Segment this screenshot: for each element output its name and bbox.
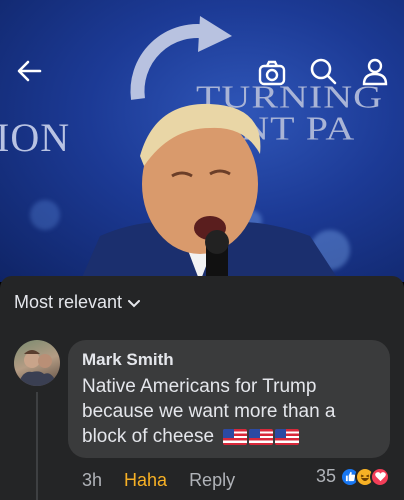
avatar-photo bbox=[18, 350, 58, 386]
reply-button[interactable]: Reply bbox=[189, 470, 235, 491]
us-flag-icon bbox=[275, 428, 300, 445]
comment-author[interactable]: Mark Smith bbox=[82, 350, 376, 370]
video-player[interactable]: ION TURNING OINT PA bbox=[0, 0, 404, 282]
profile-icon[interactable] bbox=[360, 56, 390, 86]
comment-bubble[interactable]: Mark Smith Native Americans for Trump be… bbox=[68, 340, 390, 458]
comment-actions: 3h Haha Reply bbox=[82, 470, 235, 491]
us-flag-emojis bbox=[223, 428, 300, 445]
sort-dropdown[interactable]: Most relevant bbox=[14, 292, 141, 313]
comments-sheet: Most relevant Mark Smith Native American… bbox=[0, 276, 404, 500]
back-arrow-icon[interactable] bbox=[14, 56, 44, 86]
comment-time: 3h bbox=[82, 470, 103, 490]
comment-text-wrap: Native Americans for Trump because we wa… bbox=[82, 374, 376, 449]
camera-icon[interactable] bbox=[257, 58, 287, 88]
sort-label: Most relevant bbox=[14, 292, 123, 312]
us-flag-icon bbox=[223, 428, 248, 445]
speaker-figure bbox=[80, 103, 340, 282]
reaction-summary[interactable]: 35 bbox=[316, 466, 390, 487]
search-icon[interactable] bbox=[308, 56, 338, 86]
reaction-button[interactable]: Haha bbox=[124, 470, 167, 491]
love-icon bbox=[370, 466, 390, 487]
avatar[interactable] bbox=[14, 340, 60, 386]
us-flag-icon bbox=[249, 428, 274, 445]
chevron-down-icon bbox=[128, 299, 141, 307]
background-light bbox=[30, 200, 60, 230]
thread-line bbox=[36, 392, 38, 500]
reaction-count: 35 bbox=[315, 466, 336, 486]
